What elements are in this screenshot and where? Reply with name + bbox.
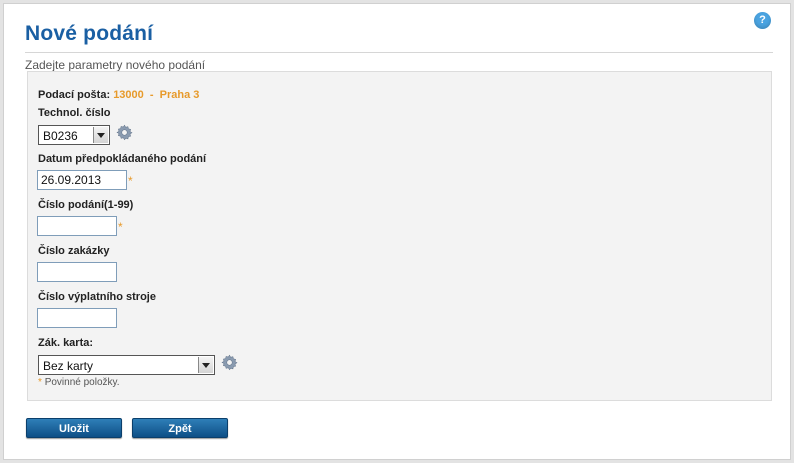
required-mark: *: [118, 220, 123, 234]
datum-label: Datum předpokládaného podání: [38, 153, 207, 165]
help-icon[interactable]: ?: [754, 12, 771, 29]
cislo-podani-label: Číslo podání(1-99): [38, 199, 134, 211]
chevron-down-icon[interactable]: [93, 127, 108, 143]
back-button[interactable]: Zpět: [132, 418, 228, 438]
required-mark: *: [128, 174, 133, 188]
datum-input[interactable]: [37, 170, 127, 190]
technol-select-value: B0236: [43, 129, 78, 143]
cislo-podani-input[interactable]: [37, 216, 117, 236]
cislo-stroje-input[interactable]: [37, 308, 117, 328]
technol-label: Technol. číslo: [38, 107, 111, 119]
title-divider: [25, 52, 773, 53]
chevron-down-icon[interactable]: [198, 357, 213, 373]
karta-label: Zák. karta:: [38, 337, 94, 349]
karta-select[interactable]: Bez karty: [38, 355, 215, 375]
save-button[interactable]: Uložit: [26, 418, 122, 438]
required-note: * Povinné položky.: [38, 377, 120, 388]
posta-row: Podací pošta: 13000 - Praha 3: [38, 89, 199, 101]
gear-icon[interactable]: [116, 124, 133, 141]
karta-select-value: Bez karty: [43, 359, 94, 373]
technol-select[interactable]: B0236: [38, 125, 110, 145]
posta-value: 13000 - Praha 3: [113, 89, 200, 101]
page-title: Nové podání: [25, 22, 154, 45]
posta-label: Podací pošta:: [38, 89, 111, 101]
form-panel: [27, 71, 772, 401]
required-note-text: Povinné položky.: [44, 377, 120, 388]
page-subtitle: Zadejte parametry nového podání: [25, 58, 206, 72]
cislo-zakazky-input[interactable]: [37, 262, 117, 282]
cislo-zakazky-label: Číslo zakázky: [38, 245, 110, 257]
cislo-stroje-label: Číslo výplatního stroje: [38, 291, 156, 303]
gear-icon[interactable]: [221, 354, 238, 371]
required-mark: *: [38, 377, 42, 388]
